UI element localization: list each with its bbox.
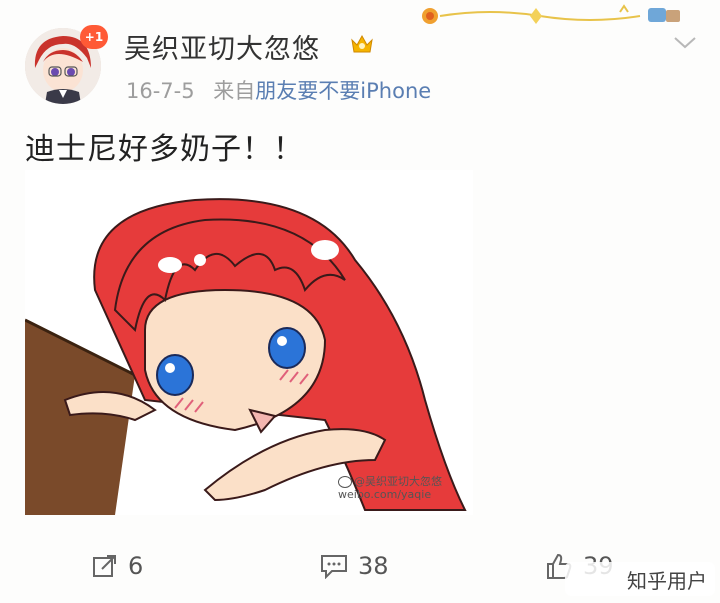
repost-icon xyxy=(93,555,116,577)
author-name[interactable]: 吴织亚切大忽悠 xyxy=(124,27,320,66)
repost-button[interactable]: 6 xyxy=(92,551,143,581)
watermark-url: weibo.com/yaqie xyxy=(338,488,432,501)
post-source-link[interactable]: 朋友要不要iPhone xyxy=(255,79,431,103)
watermark-handle: @吴织亚切大忽悠 xyxy=(354,475,442,488)
post-image[interactable] xyxy=(25,170,473,515)
weibo-logo-icon xyxy=(338,476,352,488)
decorative-header-border xyxy=(410,2,690,30)
comment-count: 38 xyxy=(358,552,389,580)
chevron-down-icon[interactable] xyxy=(670,30,700,54)
repost-count: 6 xyxy=(128,552,144,580)
comment-button[interactable]: 38 xyxy=(320,551,389,581)
post-date: 16-7-5 xyxy=(126,79,195,103)
comment-icon xyxy=(321,555,347,579)
zhihu-watermark: 知乎用户 xyxy=(565,562,715,596)
vip-crown-icon xyxy=(350,32,374,56)
post-content: 迪士尼好多奶子！！ xyxy=(25,132,304,167)
image-watermark: @吴织亚切大忽悠 weibo.com/yaqie xyxy=(338,475,468,501)
unread-badge: +1 xyxy=(80,25,108,49)
zhihu-label: 知乎用户 xyxy=(627,568,707,593)
source-prefix: 来自 xyxy=(213,79,256,103)
post-meta: 16-7-5 来自朋友要不要iPhone xyxy=(126,75,431,105)
